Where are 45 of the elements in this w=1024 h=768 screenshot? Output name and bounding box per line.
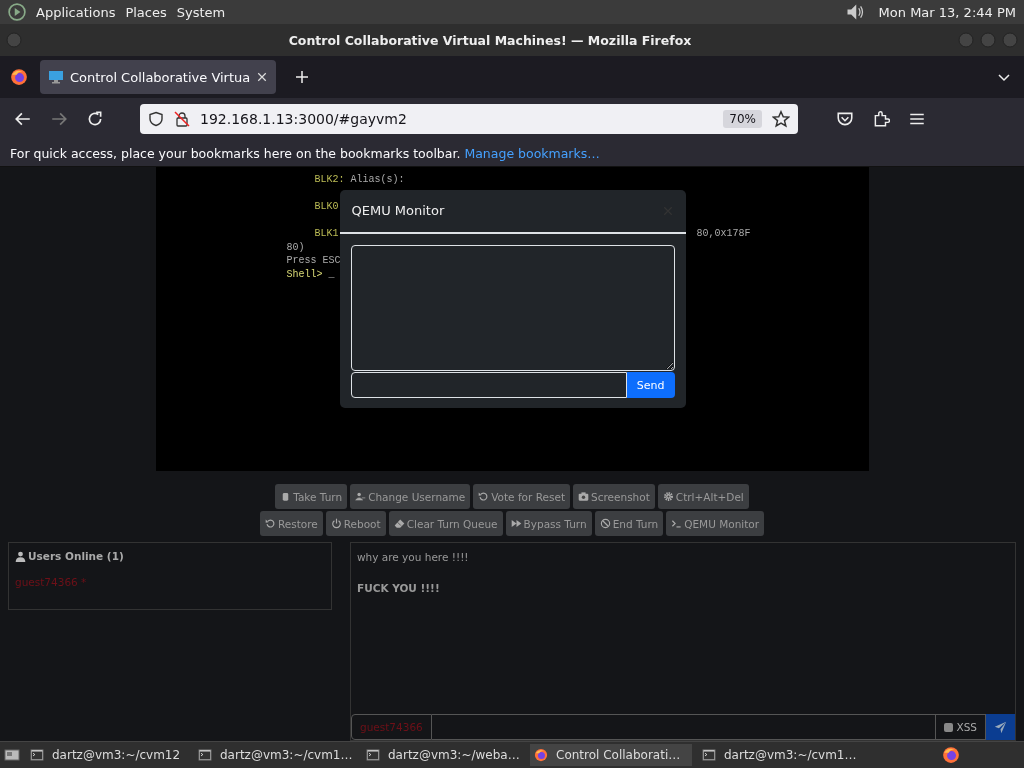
menu-item[interactable]: System [176,4,226,20]
manage-bookmarks-link[interactable]: Manage bookmarks… [464,145,600,161]
vm-screen[interactable]: BLK2: Alias(s): BLK0 BLK1 80,0x178F 80) Press ESC Shell> _ QEMU Monitor Send [155,167,869,471]
chat-message: why are you here !!!! [357,551,469,563]
dialog-title: QEMU Monitor [351,204,445,218]
chat-message: FUCK YOU !!!! [357,582,440,594]
address-bar[interactable]: 192.168.1.13:3000/#gayvm2 70% [140,104,798,134]
url-text: 192.168.1.13:3000/#gayvm2 [200,111,407,127]
taskbar-item[interactable]: dartz@vm3:~/cvm1… [194,744,356,766]
zoom-badge[interactable]: 70% [723,110,762,128]
menu-item[interactable]: Places [125,4,167,20]
tab-title: Control Collaborative Virtua [70,69,250,85]
control-button[interactable]: Ctrl+Alt+Del [657,484,749,509]
taskbar-item[interactable]: dartz@vm3:~/cvm12 [26,744,188,766]
console-text: 80) [286,241,305,253]
control-button[interactable]: Vote for Reset [473,484,571,509]
taskbar-item[interactable]: dartz@vm3:~/cvm1… [698,744,860,766]
menu-item[interactable]: Applications [36,4,116,20]
checkbox-label: XSS [956,721,977,733]
console-text: Press ESC [286,255,341,266]
clock: Mon Mar 13, 2:44 PM [878,4,1016,20]
username-label: guest74366 [351,714,432,740]
control-button[interactable]: Restore [259,511,323,536]
console-label: BLK1 [314,228,339,239]
control-button[interactable]: Take Turn [275,484,348,509]
control-button[interactable]: Change Username [350,484,471,509]
console-text: 80,0x178F [696,228,751,239]
control-button[interactable]: End Turn [594,511,664,536]
control-button[interactable]: Bypass Turn [505,511,592,536]
console-label: BLK2: [314,174,345,185]
taskbar-item[interactable]: Control Collaborati… [530,744,692,766]
bookmarks-hint: For quick access, place your bookmarks here on the bookmarks toolbar. [10,145,461,161]
control-button[interactable]: Clear Turn Queue [388,511,503,536]
console-text: Alias(s): [350,174,405,185]
control-button[interactable]: QEMU Monitor [666,511,765,536]
panel-title: Users Online (1) [28,550,124,562]
console-label: BLK0 [314,201,339,212]
console-label: Shell> [286,268,323,280]
send-button[interactable]: Send [626,372,675,398]
browser-tab[interactable]: Control Collaborative Virtua [40,60,276,94]
control-button[interactable]: Reboot [325,511,386,536]
console-text: _ [328,268,335,280]
control-button[interactable]: Screenshot [573,484,655,509]
window-title: Control Collaborative Virtual Machines! — Mozilla Firefox [287,32,693,48]
taskbar-item[interactable]: dartz@vm3:~/weba… [362,744,524,766]
